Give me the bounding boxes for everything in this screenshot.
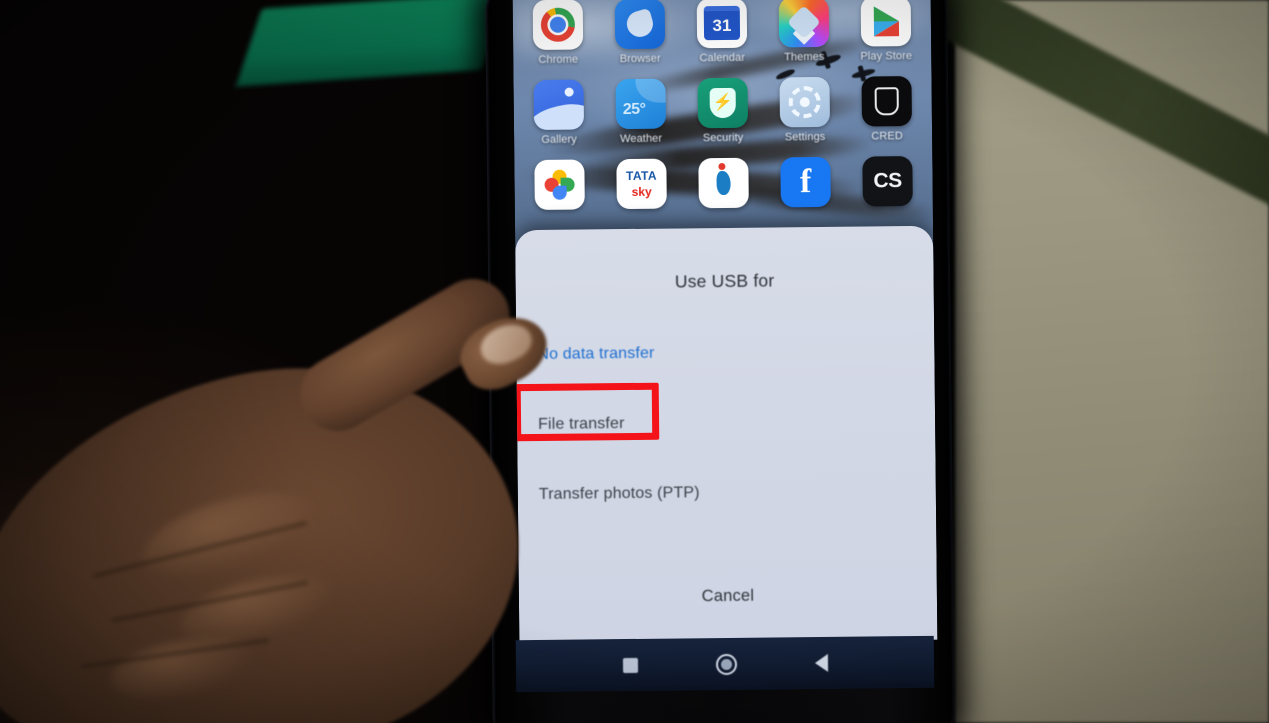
- calendar-day-number: 31: [703, 5, 741, 41]
- app-calendar[interactable]: 31 Calendar: [685, 0, 760, 64]
- app-label: Security: [702, 131, 744, 145]
- app-grid: Chrome Browser 31 Calendar Themes Play S…: [513, 0, 933, 210]
- app-play-store[interactable]: Play Store: [849, 0, 924, 63]
- home-icon[interactable]: [715, 653, 737, 675]
- gallery-icon: [533, 79, 585, 130]
- app-label: Calendar: [699, 51, 746, 65]
- dialog-title: Use USB for: [674, 270, 775, 292]
- app-weather[interactable]: 25° Weather: [603, 78, 678, 145]
- facebook-icon: f: [780, 156, 831, 208]
- app-kite[interactable]: [686, 157, 761, 209]
- weather-icon: 25°: [615, 78, 667, 130]
- app-photos[interactable]: [522, 159, 597, 210]
- cs-icon: CS: [862, 156, 913, 207]
- app-settings[interactable]: Settings: [767, 76, 842, 144]
- app-label: CRED: [871, 130, 903, 143]
- chrome-icon: [532, 0, 584, 50]
- app-cs[interactable]: CS: [850, 156, 925, 207]
- weather-temperature: 25°: [622, 100, 646, 119]
- app-tata-sky[interactable]: TATA sky: [604, 158, 679, 210]
- hand-holding-phone: [0, 265, 600, 723]
- app-row-1: Chrome Browser 31 Calendar Themes Play S…: [521, 0, 924, 66]
- settings-icon: [779, 76, 831, 128]
- app-label: Chrome: [538, 53, 579, 66]
- cred-icon: [861, 76, 912, 127]
- app-facebook[interactable]: f: [768, 156, 843, 208]
- themes-icon: [778, 0, 830, 48]
- security-icon: ⚡: [697, 77, 749, 129]
- app-browser[interactable]: Browser: [603, 0, 678, 65]
- app-label: Gallery: [541, 133, 577, 146]
- recents-icon[interactable]: [622, 657, 638, 673]
- app-row-3: TATA sky f CS: [522, 142, 925, 210]
- app-label: Play Store: [860, 50, 913, 63]
- screenshot-scene: Chrome Browser 31 Calendar Themes Play S…: [0, 0, 1269, 723]
- browser-icon: [614, 0, 666, 50]
- app-chrome[interactable]: Chrome: [521, 0, 596, 66]
- photos-icon: [534, 159, 585, 210]
- app-cred[interactable]: CRED: [849, 76, 924, 143]
- tata-wordmark: TATA: [625, 168, 658, 184]
- play-store-icon: [860, 0, 912, 47]
- app-label: Weather: [620, 132, 663, 146]
- kite-icon: [698, 157, 749, 209]
- app-label: Themes: [784, 50, 825, 64]
- back-icon[interactable]: [814, 653, 828, 673]
- calendar-icon: 31: [696, 0, 748, 49]
- app-themes[interactable]: Themes: [767, 0, 842, 64]
- sky-wordmark: sky: [631, 184, 652, 199]
- app-row-2: Gallery 25° Weather ⚡ Security Settings …: [521, 62, 924, 146]
- tata-sky-icon: TATA sky: [616, 158, 667, 210]
- app-gallery[interactable]: Gallery: [521, 79, 596, 146]
- app-label: Settings: [784, 130, 826, 144]
- app-security[interactable]: ⚡ Security: [685, 77, 760, 145]
- app-label: Browser: [619, 52, 661, 66]
